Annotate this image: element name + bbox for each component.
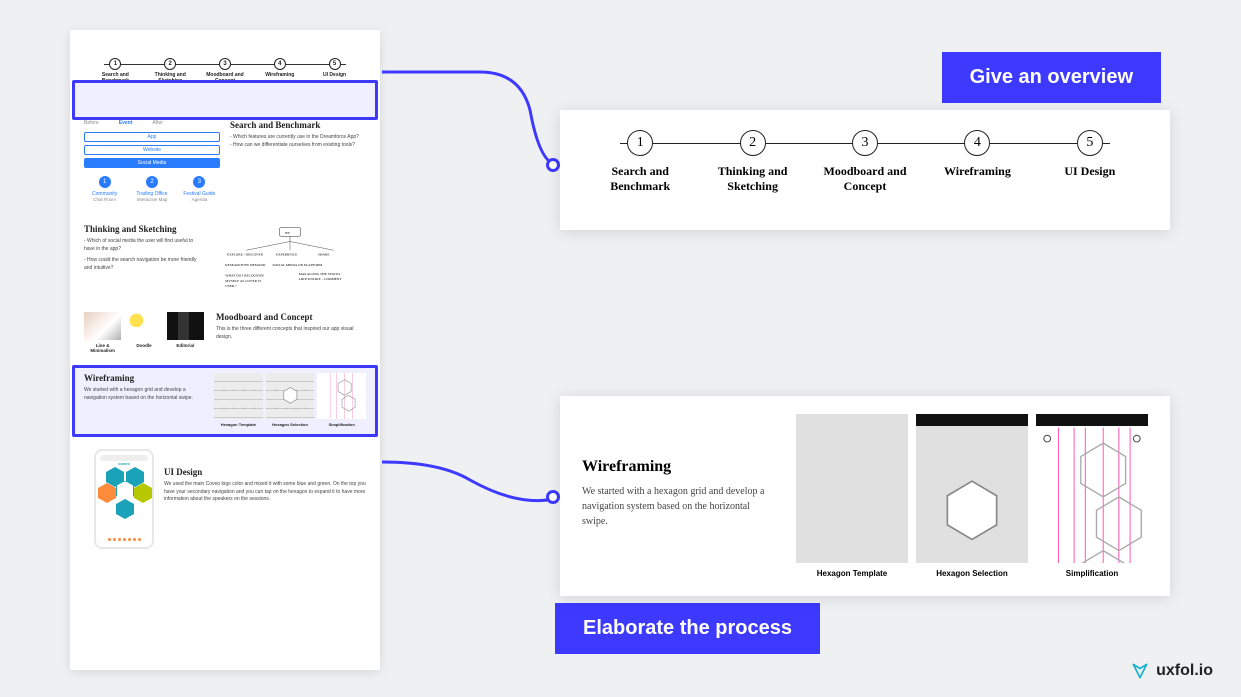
step-1: 1Search and Benchmark [584,130,696,194]
svg-text:MYSELF AS COVER IT: MYSELF AS COVER IT [225,279,262,283]
connector-end-1 [546,158,560,172]
sec2-title: Thinking and Sketching [84,224,204,234]
svg-text:RESEARCH BY DEMAND: RESEARCH BY DEMAND [225,263,266,267]
svg-text:SOCIAL MEDIA ON PLATFORM: SOCIAL MEDIA ON PLATFORM [273,263,324,267]
wf-thumb-3 [317,373,366,419]
wf-thumb-2 [266,373,315,419]
svg-text:app: app [285,231,290,235]
step-3: 3Moodboard and Concept [809,130,921,194]
sec5-title: UI Design [164,467,366,477]
svg-text:WHAT DO I RECOGNIZE: WHAT DO I RECOGNIZE [225,274,264,278]
mock-step-4: 4 [274,58,286,70]
overview-card: 1Search and Benchmark 2Thinking and Sket… [560,110,1170,230]
wireframing-card: Wireframing We started with a hexagon gr… [560,396,1170,596]
moodboard-thumb-1 [84,312,121,340]
phone-mock: coveo [94,449,154,549]
step-2: 2Thinking and Sketching [696,130,808,194]
detail-thumb-1: Hexagon Template [796,414,908,578]
connector-end-2 [546,490,560,504]
mock-step-3: 3 [219,58,231,70]
connector-wireframing [380,460,560,520]
mock-wireframing-section: Wireframing We started with a hexagon gr… [84,367,366,433]
svg-text:LIKE/UNLIKE - COMMENT: LIKE/UNLIKE - COMMENT [299,277,343,281]
detail-thumb-2: Hexagon Selection [916,414,1028,578]
sec3-title: Moodboard and Concept [216,312,366,322]
detail-thumb-3: Simplification [1036,414,1148,578]
mindmap-sketch: app EXPLORE / DISCOVER EXPERIENCE SHARE … [214,224,366,294]
label-elaborate-process: Elaborate the process [555,603,820,654]
uxfolio-logo: uxfol.io [1130,661,1213,681]
svg-text:USER ?: USER ? [225,284,237,288]
wf-thumb-1 [214,373,263,419]
pill-social: Social Media [84,158,220,168]
svg-text:EXPERIENCE: EXPERIENCE [276,253,297,257]
mock-tabs: Before Event After [84,120,220,126]
mock-steps-row: 1Search and Benchmark 2Thinking and Sket… [84,52,366,90]
wireframing-desc: We started with a hexagon grid and devel… [582,484,772,529]
sec4-title: Wireframing [84,373,204,383]
moodboard-thumb-3 [167,312,204,340]
connector-overview [380,70,560,180]
portfolio-page-mock: 1 Search and Benchmark 2 Thinking and Sket… [70,30,380,670]
wireframing-title: Wireframing [582,458,772,476]
svg-text:EXPLORE / DISCOVER: EXPLORE / DISCOVER [227,253,264,257]
step-5: 5UI Design [1034,130,1146,194]
mock-step-2: 2 [164,58,176,70]
mock-step-1: 1 [109,58,121,70]
label-give-overview: Give an overview [942,52,1161,103]
svg-text:SHARE: SHARE [318,253,329,257]
moodboard-thumb-2 [125,312,162,340]
pill-app: App [84,132,220,142]
step-4: 4Wireframing [921,130,1033,194]
pill-website: Website [84,145,220,155]
mock-step-5: 5 [329,58,341,70]
svg-text:MAP ALONG THE STATUS: MAP ALONG THE STATUS [299,272,340,276]
uxfolio-icon [1130,661,1150,681]
sec1-title: Search and Benchmark [230,120,366,130]
